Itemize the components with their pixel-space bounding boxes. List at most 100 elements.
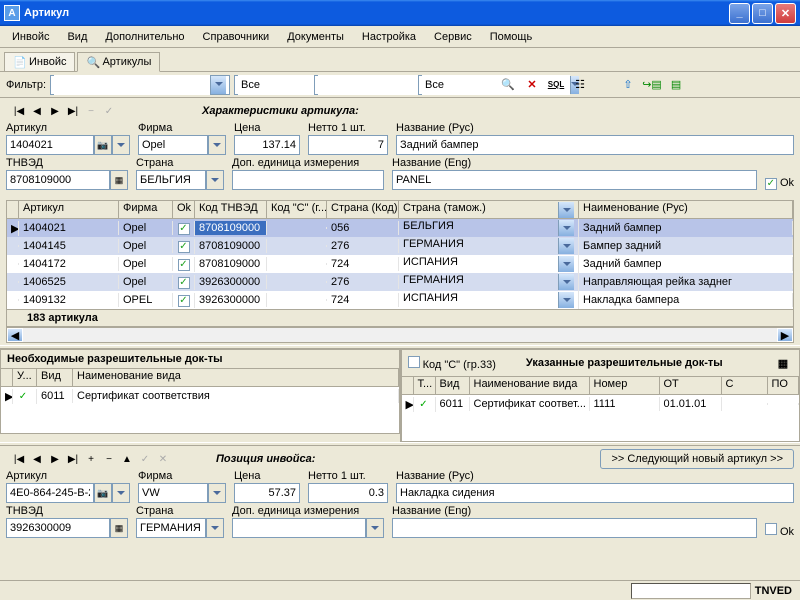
filter-combo-3[interactable] bbox=[314, 75, 414, 95]
chevron-down-icon[interactable] bbox=[558, 256, 574, 272]
netto-input[interactable] bbox=[308, 483, 388, 503]
nav-confirm-icon[interactable]: ✓ bbox=[138, 452, 152, 466]
table-row[interactable]: 1404172Opel✓8708109000724ИСПАНИЯЗадний б… bbox=[7, 255, 793, 273]
col-ccode[interactable]: Страна (Код) bbox=[327, 201, 399, 218]
nav-add-icon[interactable]: + bbox=[84, 452, 98, 466]
camera-icon[interactable]: 📷 bbox=[94, 483, 112, 503]
doc-row[interactable]: ▶ ✓ 6011 Сертификат соответствия bbox=[1, 387, 399, 405]
menu-ref[interactable]: Справочники bbox=[195, 29, 278, 45]
tab-invoice[interactable]: 📄 Инвойс bbox=[4, 52, 75, 71]
tab-articles[interactable]: 🔍 Артикулы bbox=[77, 52, 160, 72]
namerus-input[interactable] bbox=[396, 135, 794, 155]
scroll-left-icon[interactable]: ◀ bbox=[7, 328, 23, 342]
ok-checkbox[interactable]: ✓ Ok bbox=[765, 177, 794, 190]
grid-icon[interactable]: ▦ bbox=[110, 170, 128, 190]
nav-prev-icon[interactable]: ◀ bbox=[30, 452, 44, 466]
nav-next-icon[interactable]: ▶ bbox=[48, 104, 62, 118]
col-tnved[interactable]: Код ТНВЭД bbox=[195, 201, 267, 218]
nav-first-icon[interactable]: |◀ bbox=[12, 452, 26, 466]
menu-settings[interactable]: Настройка bbox=[354, 29, 424, 45]
col-s[interactable]: С bbox=[722, 377, 768, 394]
col-name[interactable]: Наименование (Рус) bbox=[579, 201, 793, 218]
nav-next-icon[interactable]: ▶ bbox=[48, 452, 62, 466]
sql-icon[interactable]: SQL bbox=[546, 75, 566, 95]
chevron-down-icon[interactable] bbox=[208, 135, 226, 155]
col-kind[interactable]: Вид bbox=[37, 369, 73, 386]
col-kind[interactable]: Вид bbox=[436, 377, 470, 394]
nav-last-icon[interactable]: ▶| bbox=[66, 104, 80, 118]
chevron-down-icon[interactable] bbox=[558, 238, 574, 254]
nav-cancel-icon[interactable]: ✕ bbox=[156, 452, 170, 466]
nav-confirm-icon[interactable]: ✓ bbox=[102, 104, 116, 118]
table-check-icon[interactable]: ☷ bbox=[570, 75, 590, 95]
nav-cancel-icon[interactable]: − bbox=[84, 104, 98, 118]
doc-row[interactable]: ▶ ✓ 6011 Сертификат соответ... 1111 01.0… bbox=[402, 395, 800, 413]
article-input[interactable] bbox=[6, 483, 94, 503]
chevron-down-icon[interactable] bbox=[206, 518, 224, 538]
col-ok[interactable]: Ok bbox=[173, 201, 195, 218]
next-article-button[interactable]: >> Следующий новый артикул >> bbox=[600, 449, 794, 469]
nav-edit-icon[interactable]: ▲ bbox=[120, 452, 134, 466]
nav-last-icon[interactable]: ▶| bbox=[66, 452, 80, 466]
chevron-down-icon[interactable] bbox=[210, 76, 226, 94]
chevron-down-icon[interactable] bbox=[366, 518, 384, 538]
col-u[interactable]: У... bbox=[13, 369, 37, 386]
camera-icon[interactable]: 📷 bbox=[94, 135, 112, 155]
menu-invoice[interactable]: Инвойс bbox=[4, 29, 57, 45]
menu-view[interactable]: Вид bbox=[59, 29, 95, 45]
menu-service[interactable]: Сервис bbox=[426, 29, 480, 45]
namerus-input[interactable] bbox=[396, 483, 794, 503]
nav-first-icon[interactable]: |◀ bbox=[12, 104, 26, 118]
col-codec[interactable]: Код "С" (г... bbox=[267, 201, 327, 218]
codec-checkbox[interactable]: Код "С" (гр.33) bbox=[408, 356, 496, 371]
excel-export-icon[interactable]: ↪▤ bbox=[642, 75, 662, 95]
country-input[interactable] bbox=[136, 170, 206, 190]
chevron-down-icon[interactable] bbox=[112, 483, 130, 503]
col-from[interactable]: ОТ bbox=[660, 377, 722, 394]
menu-docs[interactable]: Документы bbox=[279, 29, 352, 45]
chevron-down-icon[interactable] bbox=[208, 483, 226, 503]
hscrollbar[interactable]: ◀▶ bbox=[6, 327, 794, 343]
price-input[interactable] bbox=[234, 483, 300, 503]
col-firm[interactable]: Фирма bbox=[119, 201, 173, 218]
ok-checkbox[interactable]: Ok bbox=[765, 523, 794, 538]
col-number[interactable]: Номер bbox=[590, 377, 660, 394]
nav-prev-icon[interactable]: ◀ bbox=[30, 104, 44, 118]
col-ccustom[interactable]: Страна (тамож.) bbox=[399, 201, 579, 218]
col-t[interactable]: Т... bbox=[414, 377, 436, 394]
maximize-button[interactable]: □ bbox=[752, 3, 773, 24]
col-to[interactable]: ПО bbox=[768, 377, 800, 394]
binoculars-icon[interactable]: 🔍 bbox=[498, 75, 518, 95]
scroll-right-icon[interactable]: ▶ bbox=[777, 328, 793, 342]
article-input[interactable] bbox=[6, 135, 94, 155]
nameeng-input[interactable] bbox=[392, 518, 757, 538]
chevron-down-icon[interactable] bbox=[206, 170, 224, 190]
filter-combo-2[interactable] bbox=[234, 75, 310, 95]
chevron-down-icon[interactable] bbox=[558, 292, 574, 308]
col-kindname[interactable]: Наименование вида bbox=[73, 369, 399, 386]
nameeng-input[interactable] bbox=[392, 170, 757, 190]
up-arrow-icon[interactable]: ⇧ bbox=[618, 75, 638, 95]
table-row[interactable]: ▶1404021Opel✓8708109000056БЕЛЬГИЯЗадний … bbox=[7, 219, 793, 237]
nav-del-icon[interactable]: − bbox=[102, 452, 116, 466]
chevron-down-icon[interactable] bbox=[558, 274, 574, 290]
chevron-down-icon[interactable] bbox=[112, 135, 130, 155]
delete-icon[interactable]: ✕ bbox=[522, 75, 542, 95]
addunit-input[interactable] bbox=[232, 518, 366, 538]
country-input[interactable] bbox=[136, 518, 206, 538]
main-grid[interactable]: Артикул Фирма Ok Код ТНВЭД Код "С" (г...… bbox=[6, 200, 794, 327]
firm-input[interactable] bbox=[138, 135, 208, 155]
filter-combo-4[interactable] bbox=[418, 75, 494, 95]
netto-input[interactable] bbox=[308, 135, 388, 155]
tnved-input[interactable] bbox=[6, 518, 110, 538]
price-input[interactable] bbox=[234, 135, 300, 155]
grid-icon[interactable]: ▦ bbox=[773, 353, 793, 373]
grid-icon[interactable]: ▦ bbox=[110, 518, 128, 538]
export-icon[interactable]: ▤ bbox=[666, 75, 686, 95]
table-row[interactable]: 1404145Opel✓8708109000276ГЕРМАНИЯБампер … bbox=[7, 237, 793, 255]
table-row[interactable]: 1409132OPEL✓3926300000724ИСПАНИЯНакладка… bbox=[7, 291, 793, 309]
chevron-down-icon[interactable] bbox=[558, 220, 574, 236]
col-kindname[interactable]: Наименование вида bbox=[470, 377, 590, 394]
firm-input[interactable] bbox=[138, 483, 208, 503]
addunit-input[interactable] bbox=[232, 170, 384, 190]
